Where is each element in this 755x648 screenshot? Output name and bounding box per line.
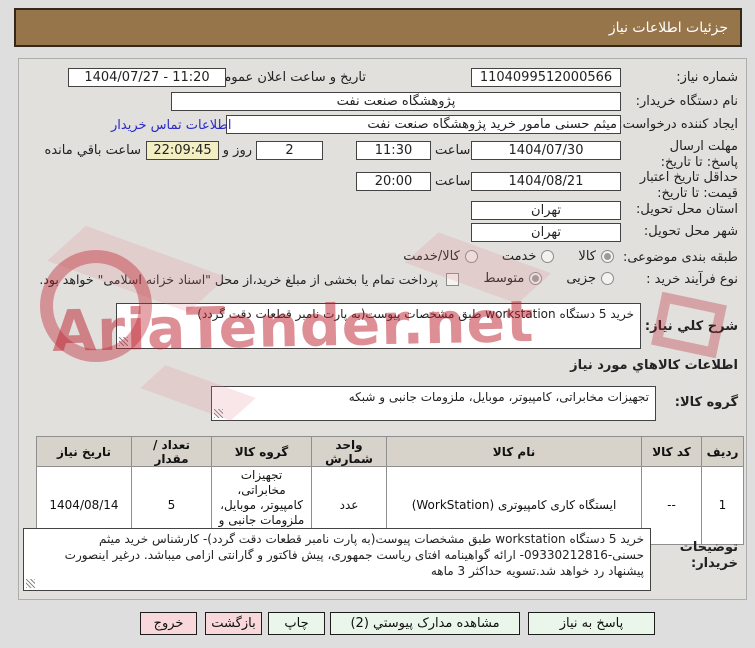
creator-label: ایجاد کننده درخواست: (618, 117, 738, 132)
resize-grip-icon[interactable] (26, 579, 35, 588)
process-type-label: نوع فرآیند خرید : (646, 272, 738, 287)
col-unit: واحد شمارش (311, 436, 387, 467)
page-title: جزئیات اطلاعات نیاز (14, 8, 742, 47)
classification-option-service[interactable]: خدمت (502, 249, 555, 264)
city-label: شهر محل تحویل: (643, 224, 738, 239)
price-validity-date-field[interactable]: 1404/08/21 (471, 172, 621, 191)
reply-deadline-time-field[interactable]: 11:30 (356, 141, 431, 160)
process-type-options: جزیی متوسط (483, 271, 614, 286)
buyer-contact-link[interactable]: اطلاعات تماس خریدار (111, 118, 231, 133)
price-hour-label: ساعت (435, 174, 471, 189)
tender-detail-page: { "title": "جزئیات اطلاعات نیاز", "water… (0, 0, 755, 648)
reply-hour-label: ساعت (435, 143, 471, 158)
reply-deadline-date-field[interactable]: 1404/07/30 (471, 141, 621, 160)
city-value: تهران (531, 225, 561, 240)
treasury-checkbox-row: پرداخت تمام یا بخشی از مبلغ خرید،از محل … (39, 272, 459, 287)
cell-row-number: 1 (701, 466, 744, 545)
announce-datetime-label: تاریخ و ساعت اعلان عمومی: (209, 70, 366, 85)
classification-option-goods[interactable]: کالا (578, 249, 614, 264)
price-validity-date: 1404/08/21 (508, 174, 584, 189)
process-option-medium[interactable]: متوسط (483, 271, 543, 286)
classification-option-goods-service-label: کالا/خدمت (403, 249, 460, 264)
price-validity-time: 20:00 (374, 174, 413, 189)
need-number-label: شماره نیاز: (676, 70, 738, 85)
price-validity-label: حداقل تاریخ اعتبار قیمت: تا تاریخ: (639, 170, 738, 202)
countdown-days-label: روز و (222, 143, 252, 158)
classification-option-service-label: خدمت (501, 249, 537, 264)
need-description-text: خرید 5 دستگاه workstation طبق مشخصات پیو… (197, 307, 634, 321)
goods-info-header: اطلاعات کالاهاي مورد نیاز (570, 358, 738, 373)
process-option-medium-label: متوسط (483, 271, 525, 286)
radio-service-icon[interactable] (541, 250, 555, 263)
need-description-textarea[interactable]: خرید 5 دستگاه workstation طبق مشخصات پیو… (116, 303, 641, 349)
announce-datetime-field[interactable]: 1404/07/27 - 11:20 (68, 68, 226, 87)
goods-group-label: گروه کالا: (674, 395, 738, 410)
resize-grip-icon[interactable] (119, 337, 128, 346)
exit-button[interactable]: خروج (140, 612, 197, 635)
buyer-notes-label: توضیحات خریدار: (679, 540, 738, 572)
reply-deadline-date: 1404/07/30 (508, 143, 584, 158)
need-number-value: 1104099512000566 (479, 70, 613, 85)
goods-group-text: تجهیزات مخابراتی، کامپیوتر، موبایل، ملزو… (348, 390, 649, 404)
classification-option-goods-service[interactable]: کالا/خدمت (403, 249, 478, 264)
goods-table-header-row: ردیف کد کالا نام کالا واحد شمارش گروه کا… (36, 436, 744, 467)
announce-datetime-value: 1404/07/27 - 11:20 (84, 70, 210, 85)
classification-option-goods-label: کالا (578, 249, 596, 264)
province-value: تهران (531, 203, 561, 218)
need-description-label: شرح کلي نیاز: (644, 319, 738, 334)
need-number-field[interactable]: 1104099512000566 (471, 68, 621, 87)
page-title-text: جزئیات اطلاعات نیاز (608, 19, 728, 36)
buyer-org-value: پژوهشگاه صنعت نفت (336, 94, 456, 109)
col-item-name: نام کالا (386, 436, 642, 467)
countdown-days-field: 2 (256, 141, 323, 160)
buyer-org-label: نام دستگاه خریدار: (635, 94, 738, 109)
province-field[interactable]: تهران (471, 201, 621, 220)
reply-deadline-time: 11:30 (374, 143, 413, 158)
classification-options: کالا خدمت کالا/خدمت (403, 249, 614, 264)
col-quantity: تعداد / مقدار (131, 436, 212, 467)
countdown-time-field: 22:09:45 (146, 141, 219, 160)
treasury-checkbox-label: پرداخت تمام یا بخشی از مبلغ خرید،از محل … (39, 272, 438, 287)
radio-medium-icon[interactable] (529, 272, 543, 285)
province-label: استان محل تحویل: (636, 202, 738, 217)
creator-value: میثم حسنی مامور خرید پژوهشگاه صنعت نفت (367, 117, 617, 132)
resize-grip-icon[interactable] (214, 409, 223, 418)
reply-to-need-button[interactable]: پاسخ به نیاز (528, 612, 655, 635)
goods-group-textarea[interactable]: تجهیزات مخابراتی، کامپیوتر، موبایل، ملزو… (211, 386, 656, 421)
need-details-panel: شماره نیاز: 1104099512000566 تاریخ و ساع… (18, 58, 747, 600)
process-option-minor-label: جزیی (566, 271, 596, 286)
creator-field[interactable]: میثم حسنی مامور خرید پژوهشگاه صنعت نفت (226, 115, 621, 134)
reply-deadline-label: مهلت ارسال پاسخ: تا تاریخ: (660, 139, 738, 171)
city-field[interactable]: تهران (471, 223, 621, 242)
buyer-notes-text: خرید 5 دستگاه workstation طبق مشخصات پیو… (64, 532, 644, 579)
radio-minor-icon[interactable] (601, 272, 614, 285)
buyer-org-field[interactable]: پژوهشگاه صنعت نفت (171, 92, 621, 111)
radio-goods-icon[interactable] (601, 250, 614, 263)
print-button[interactable]: چاپ (268, 612, 325, 635)
price-validity-time-field[interactable]: 20:00 (356, 172, 431, 191)
classification-label: طبقه بندی موضوعی: (622, 250, 738, 265)
col-item-group: گروه کالا (211, 436, 312, 467)
treasury-checkbox-icon[interactable] (446, 273, 459, 286)
buyer-notes-textarea[interactable]: خرید 5 دستگاه workstation طبق مشخصات پیو… (23, 528, 651, 591)
col-item-code: کد کالا (641, 436, 702, 467)
col-need-date: تاریخ نیاز (36, 436, 132, 467)
countdown-suffix-label: ساعت باقي مانده (44, 143, 141, 158)
countdown-time: 22:09:45 (153, 143, 212, 158)
countdown-days: 2 (285, 143, 294, 158)
col-row-number: ردیف (701, 436, 744, 467)
view-attached-docs-button[interactable]: مشاهده مدارک پیوستي (2) (330, 612, 520, 635)
process-option-minor[interactable]: جزیی (566, 271, 614, 286)
radio-goods-service-icon[interactable] (464, 250, 478, 263)
back-button[interactable]: بازگشت (205, 612, 262, 635)
